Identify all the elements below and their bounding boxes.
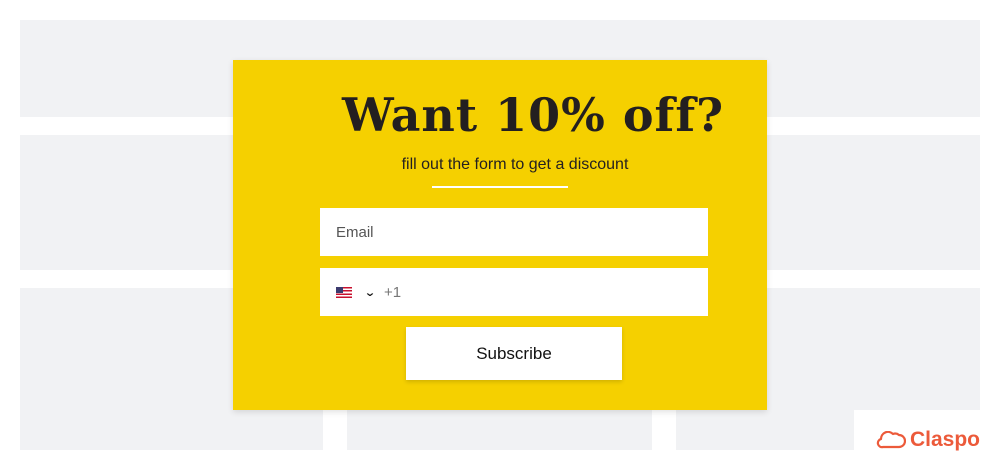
phone-input-wrapper [401,268,708,316]
popup-title: Want 10% off? [341,88,725,142]
discount-popup: Want 10% off? fill out the form to get a… [233,60,767,410]
email-field-container [320,208,708,256]
brand-name: Claspo [909,428,980,451]
cloud-icon [876,431,906,449]
us-flag-icon[interactable] [336,286,352,298]
subscribe-button[interactable]: Subscribe [406,327,622,380]
title-divider [432,186,568,188]
chevron-down-icon[interactable]: ⌄ [362,286,378,299]
flag-canton [336,286,343,293]
brand-logo: Claspo [876,428,980,452]
phone-field-container: ⌄ +1 [320,268,708,316]
popup-subtitle: fill out the form to get a discount [401,156,629,173]
phone-field[interactable] [401,268,708,316]
email-field[interactable] [320,208,708,256]
brand-badge[interactable]: Claspo [854,410,1000,470]
dial-code: +1 [384,283,402,301]
